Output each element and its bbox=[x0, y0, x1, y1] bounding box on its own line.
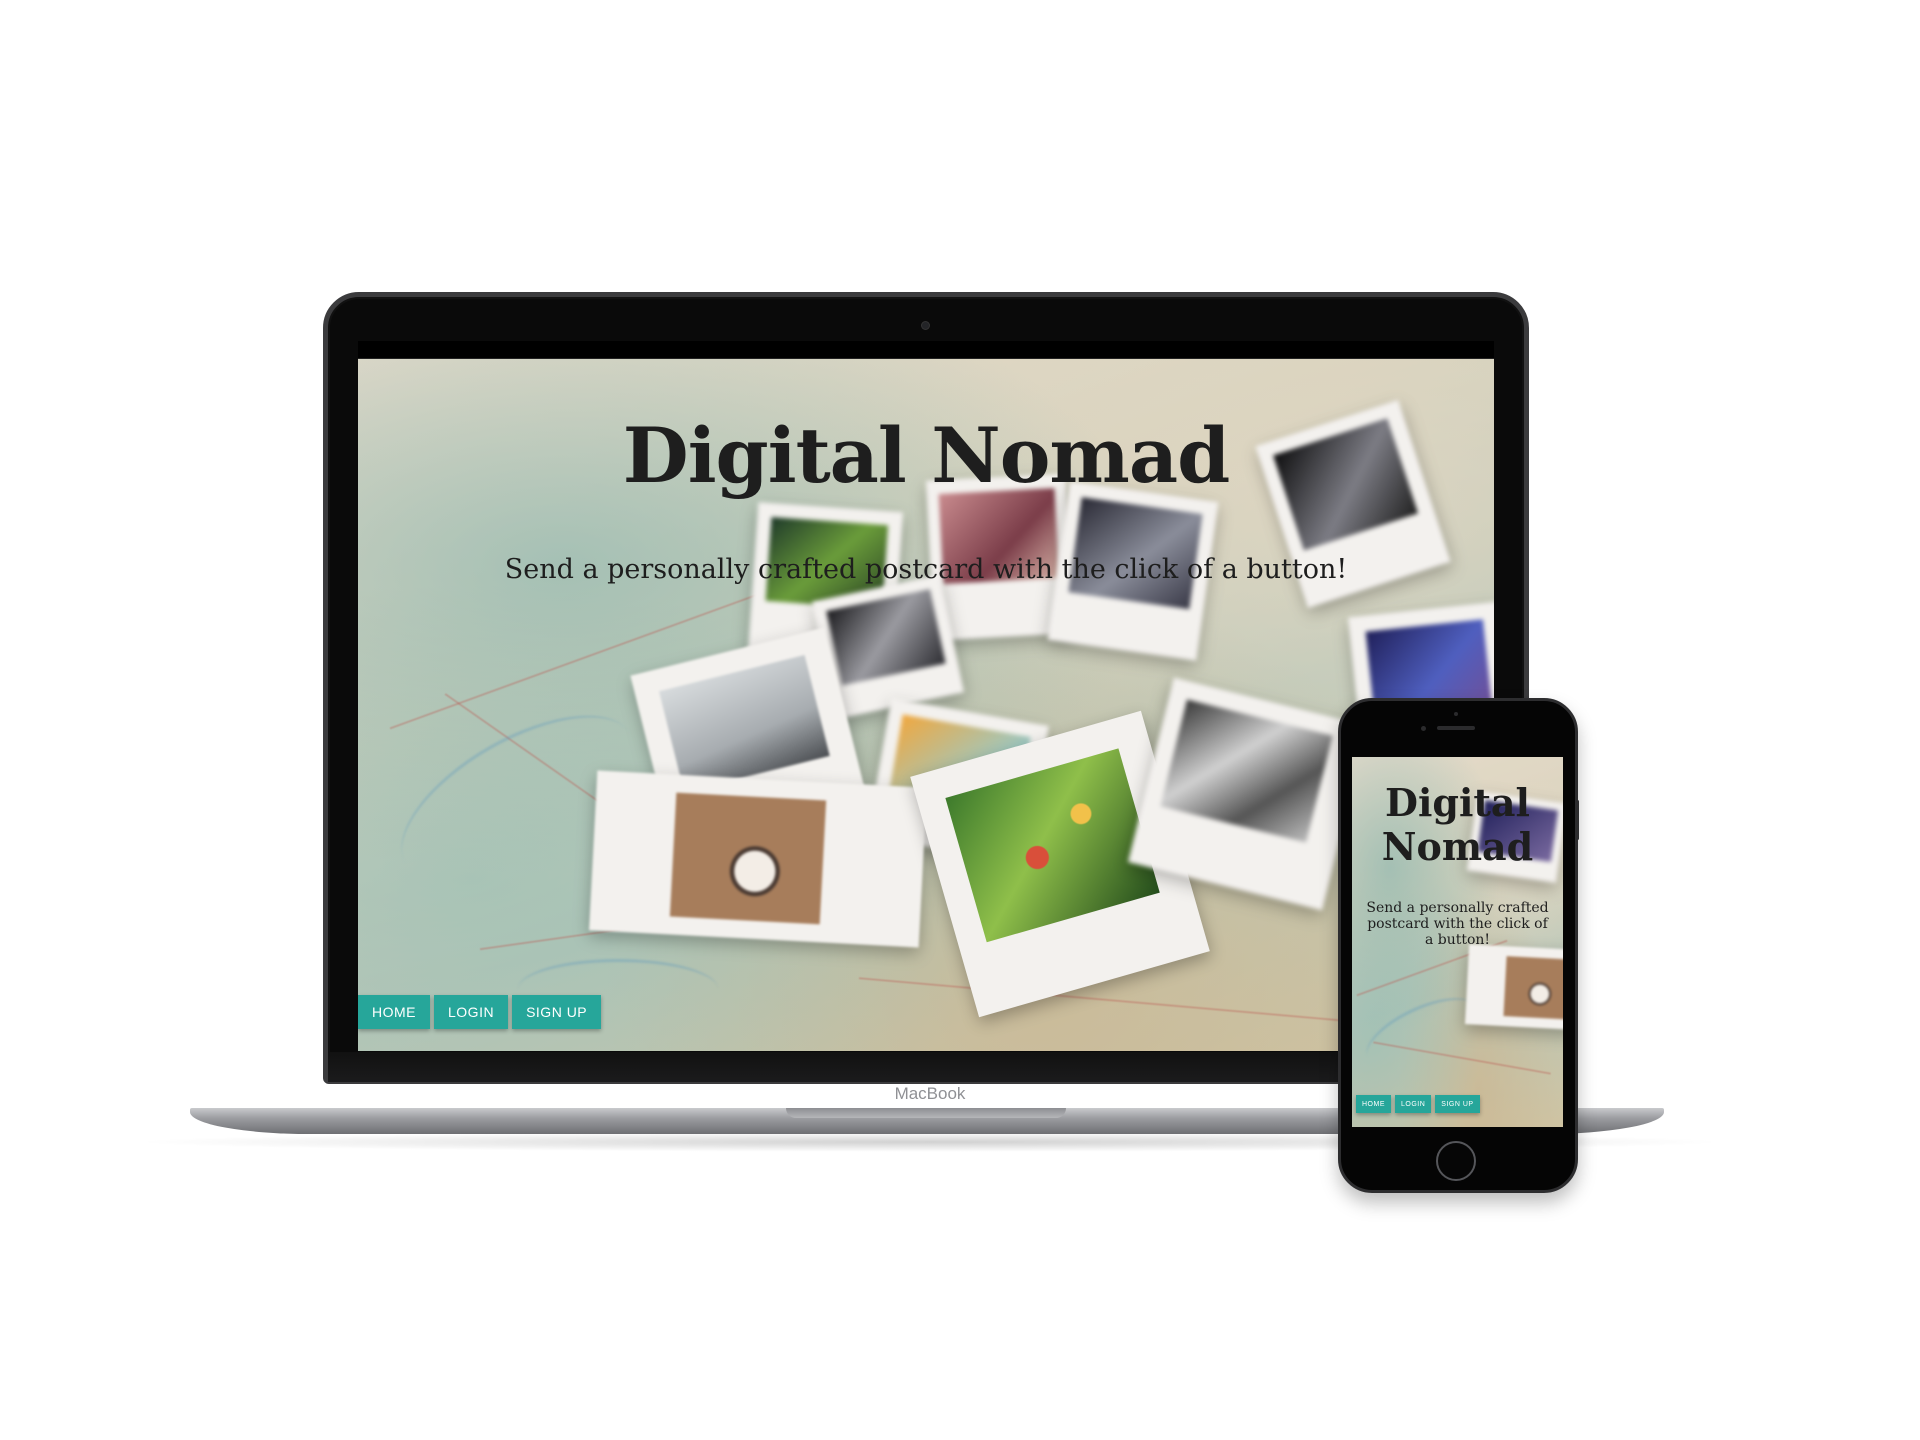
site-tagline: Send a personally crafted postcard with … bbox=[504, 554, 1348, 585]
main-nav: Home Login Sign Up bbox=[358, 995, 602, 1029]
laptop-brand-label: MacBook bbox=[894, 1084, 966, 1103]
phone-nav-login-button[interactable]: Login bbox=[1395, 1095, 1432, 1113]
browser-top-bar bbox=[358, 341, 1494, 359]
phone-side-button bbox=[1576, 800, 1579, 840]
phone-site-tagline: Send a personally crafted postcard with … bbox=[1366, 900, 1549, 948]
laptop-screen: Digital Nomad Send a personally crafted … bbox=[358, 341, 1494, 1051]
phone-front-camera bbox=[1421, 726, 1426, 731]
phone-sensor bbox=[1454, 712, 1458, 716]
site-title: Digital Nomad bbox=[622, 411, 1230, 500]
phone-main-nav: Home Login Sign Up bbox=[1356, 1095, 1480, 1113]
laptop-hinge-notch bbox=[786, 1108, 1066, 1118]
phone-nav-home-button[interactable]: Home bbox=[1356, 1095, 1391, 1113]
phone-home-button[interactable] bbox=[1436, 1141, 1476, 1181]
nav-home-button[interactable]: Home bbox=[358, 995, 430, 1029]
nav-signup-button[interactable]: Sign Up bbox=[512, 995, 602, 1029]
phone-nav-signup-button[interactable]: Sign Up bbox=[1435, 1095, 1480, 1113]
laptop-web-page: Digital Nomad Send a personally crafted … bbox=[358, 359, 1494, 1051]
laptop-camera bbox=[922, 322, 929, 329]
phone-site-title: Digital Nomad bbox=[1381, 780, 1534, 869]
nav-login-button[interactable]: Login bbox=[434, 995, 509, 1029]
phone-speaker bbox=[1437, 726, 1475, 730]
phone-screen: Digital Nomad Send a personally crafted … bbox=[1352, 757, 1563, 1127]
